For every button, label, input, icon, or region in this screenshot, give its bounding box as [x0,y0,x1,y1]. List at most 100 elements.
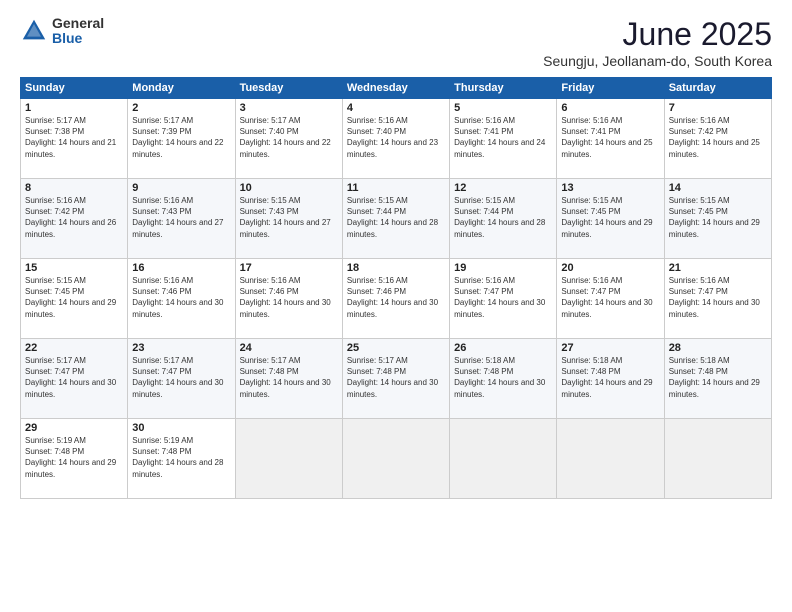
day-number: 22 [25,342,123,354]
day-number: 25 [347,342,445,354]
calendar-table: Sunday Monday Tuesday Wednesday Thursday… [20,77,772,499]
day-number: 4 [347,102,445,114]
table-row: 6 Sunrise: 5:16 AMSunset: 7:41 PMDayligh… [557,99,664,179]
day-info: Sunrise: 5:15 AMSunset: 7:43 PMDaylight:… [240,195,338,240]
table-row: 27 Sunrise: 5:18 AMSunset: 7:48 PMDaylig… [557,339,664,419]
table-row: 14 Sunrise: 5:15 AMSunset: 7:45 PMDaylig… [664,179,771,259]
col-sunday: Sunday [21,78,128,99]
table-row [664,419,771,499]
table-row: 25 Sunrise: 5:17 AMSunset: 7:48 PMDaylig… [342,339,449,419]
day-info: Sunrise: 5:19 AMSunset: 7:48 PMDaylight:… [25,435,123,480]
day-info: Sunrise: 5:16 AMSunset: 7:46 PMDaylight:… [347,275,445,320]
subtitle: Seungju, Jeollanam-do, South Korea [543,53,772,69]
calendar-week-row: 15 Sunrise: 5:15 AMSunset: 7:45 PMDaylig… [21,259,772,339]
day-number: 28 [669,342,767,354]
day-number: 6 [561,102,659,114]
table-row: 29 Sunrise: 5:19 AMSunset: 7:48 PMDaylig… [21,419,128,499]
table-row: 23 Sunrise: 5:17 AMSunset: 7:47 PMDaylig… [128,339,235,419]
day-info: Sunrise: 5:17 AMSunset: 7:39 PMDaylight:… [132,115,230,160]
col-thursday: Thursday [450,78,557,99]
logo-blue: Blue [52,31,104,46]
day-info: Sunrise: 5:15 AMSunset: 7:45 PMDaylight:… [561,195,659,240]
day-number: 18 [347,262,445,274]
day-info: Sunrise: 5:15 AMSunset: 7:45 PMDaylight:… [25,275,123,320]
day-info: Sunrise: 5:17 AMSunset: 7:48 PMDaylight:… [347,355,445,400]
table-row: 24 Sunrise: 5:17 AMSunset: 7:48 PMDaylig… [235,339,342,419]
logo: General Blue [20,16,104,47]
table-row: 22 Sunrise: 5:17 AMSunset: 7:47 PMDaylig… [21,339,128,419]
day-info: Sunrise: 5:16 AMSunset: 7:43 PMDaylight:… [132,195,230,240]
col-tuesday: Tuesday [235,78,342,99]
table-row: 7 Sunrise: 5:16 AMSunset: 7:42 PMDayligh… [664,99,771,179]
day-number: 30 [132,422,230,434]
table-row: 20 Sunrise: 5:16 AMSunset: 7:47 PMDaylig… [557,259,664,339]
table-row: 16 Sunrise: 5:16 AMSunset: 7:46 PMDaylig… [128,259,235,339]
day-number: 10 [240,182,338,194]
day-info: Sunrise: 5:15 AMSunset: 7:44 PMDaylight:… [454,195,552,240]
calendar-week-row: 8 Sunrise: 5:16 AMSunset: 7:42 PMDayligh… [21,179,772,259]
day-info: Sunrise: 5:16 AMSunset: 7:47 PMDaylight:… [454,275,552,320]
day-number: 3 [240,102,338,114]
day-number: 11 [347,182,445,194]
day-info: Sunrise: 5:16 AMSunset: 7:42 PMDaylight:… [25,195,123,240]
day-info: Sunrise: 5:16 AMSunset: 7:46 PMDaylight:… [132,275,230,320]
table-row [235,419,342,499]
day-info: Sunrise: 5:15 AMSunset: 7:44 PMDaylight:… [347,195,445,240]
day-info: Sunrise: 5:16 AMSunset: 7:42 PMDaylight:… [669,115,767,160]
day-info: Sunrise: 5:16 AMSunset: 7:47 PMDaylight:… [669,275,767,320]
day-info: Sunrise: 5:16 AMSunset: 7:46 PMDaylight:… [240,275,338,320]
day-number: 21 [669,262,767,274]
title-block: June 2025 Seungju, Jeollanam-do, South K… [543,16,772,69]
day-number: 27 [561,342,659,354]
table-row: 11 Sunrise: 5:15 AMSunset: 7:44 PMDaylig… [342,179,449,259]
logo-text: General Blue [52,16,104,47]
table-row: 5 Sunrise: 5:16 AMSunset: 7:41 PMDayligh… [450,99,557,179]
day-info: Sunrise: 5:17 AMSunset: 7:47 PMDaylight:… [132,355,230,400]
day-number: 19 [454,262,552,274]
table-row: 21 Sunrise: 5:16 AMSunset: 7:47 PMDaylig… [664,259,771,339]
table-row: 15 Sunrise: 5:15 AMSunset: 7:45 PMDaylig… [21,259,128,339]
table-row [450,419,557,499]
day-info: Sunrise: 5:18 AMSunset: 7:48 PMDaylight:… [669,355,767,400]
day-info: Sunrise: 5:17 AMSunset: 7:47 PMDaylight:… [25,355,123,400]
day-number: 26 [454,342,552,354]
table-row: 10 Sunrise: 5:15 AMSunset: 7:43 PMDaylig… [235,179,342,259]
calendar-week-row: 22 Sunrise: 5:17 AMSunset: 7:47 PMDaylig… [21,339,772,419]
day-number: 5 [454,102,552,114]
table-row: 13 Sunrise: 5:15 AMSunset: 7:45 PMDaylig… [557,179,664,259]
table-row: 19 Sunrise: 5:16 AMSunset: 7:47 PMDaylig… [450,259,557,339]
day-info: Sunrise: 5:19 AMSunset: 7:48 PMDaylight:… [132,435,230,480]
calendar-header-row: Sunday Monday Tuesday Wednesday Thursday… [21,78,772,99]
table-row: 26 Sunrise: 5:18 AMSunset: 7:48 PMDaylig… [450,339,557,419]
table-row: 18 Sunrise: 5:16 AMSunset: 7:46 PMDaylig… [342,259,449,339]
day-number: 16 [132,262,230,274]
day-number: 1 [25,102,123,114]
day-info: Sunrise: 5:17 AMSunset: 7:40 PMDaylight:… [240,115,338,160]
header: General Blue June 2025 Seungju, Jeollana… [20,16,772,69]
day-number: 7 [669,102,767,114]
day-number: 29 [25,422,123,434]
table-row: 12 Sunrise: 5:15 AMSunset: 7:44 PMDaylig… [450,179,557,259]
page: General Blue June 2025 Seungju, Jeollana… [0,0,792,612]
day-info: Sunrise: 5:17 AMSunset: 7:48 PMDaylight:… [240,355,338,400]
col-friday: Friday [557,78,664,99]
day-info: Sunrise: 5:16 AMSunset: 7:41 PMDaylight:… [454,115,552,160]
logo-icon [20,17,48,45]
day-number: 17 [240,262,338,274]
day-number: 8 [25,182,123,194]
day-number: 24 [240,342,338,354]
table-row: 1 Sunrise: 5:17 AMSunset: 7:38 PMDayligh… [21,99,128,179]
day-number: 15 [25,262,123,274]
table-row: 9 Sunrise: 5:16 AMSunset: 7:43 PMDayligh… [128,179,235,259]
col-wednesday: Wednesday [342,78,449,99]
day-number: 2 [132,102,230,114]
table-row [342,419,449,499]
table-row: 3 Sunrise: 5:17 AMSunset: 7:40 PMDayligh… [235,99,342,179]
col-monday: Monday [128,78,235,99]
day-number: 12 [454,182,552,194]
table-row: 2 Sunrise: 5:17 AMSunset: 7:39 PMDayligh… [128,99,235,179]
day-number: 13 [561,182,659,194]
day-info: Sunrise: 5:18 AMSunset: 7:48 PMDaylight:… [561,355,659,400]
day-number: 14 [669,182,767,194]
table-row: 4 Sunrise: 5:16 AMSunset: 7:40 PMDayligh… [342,99,449,179]
